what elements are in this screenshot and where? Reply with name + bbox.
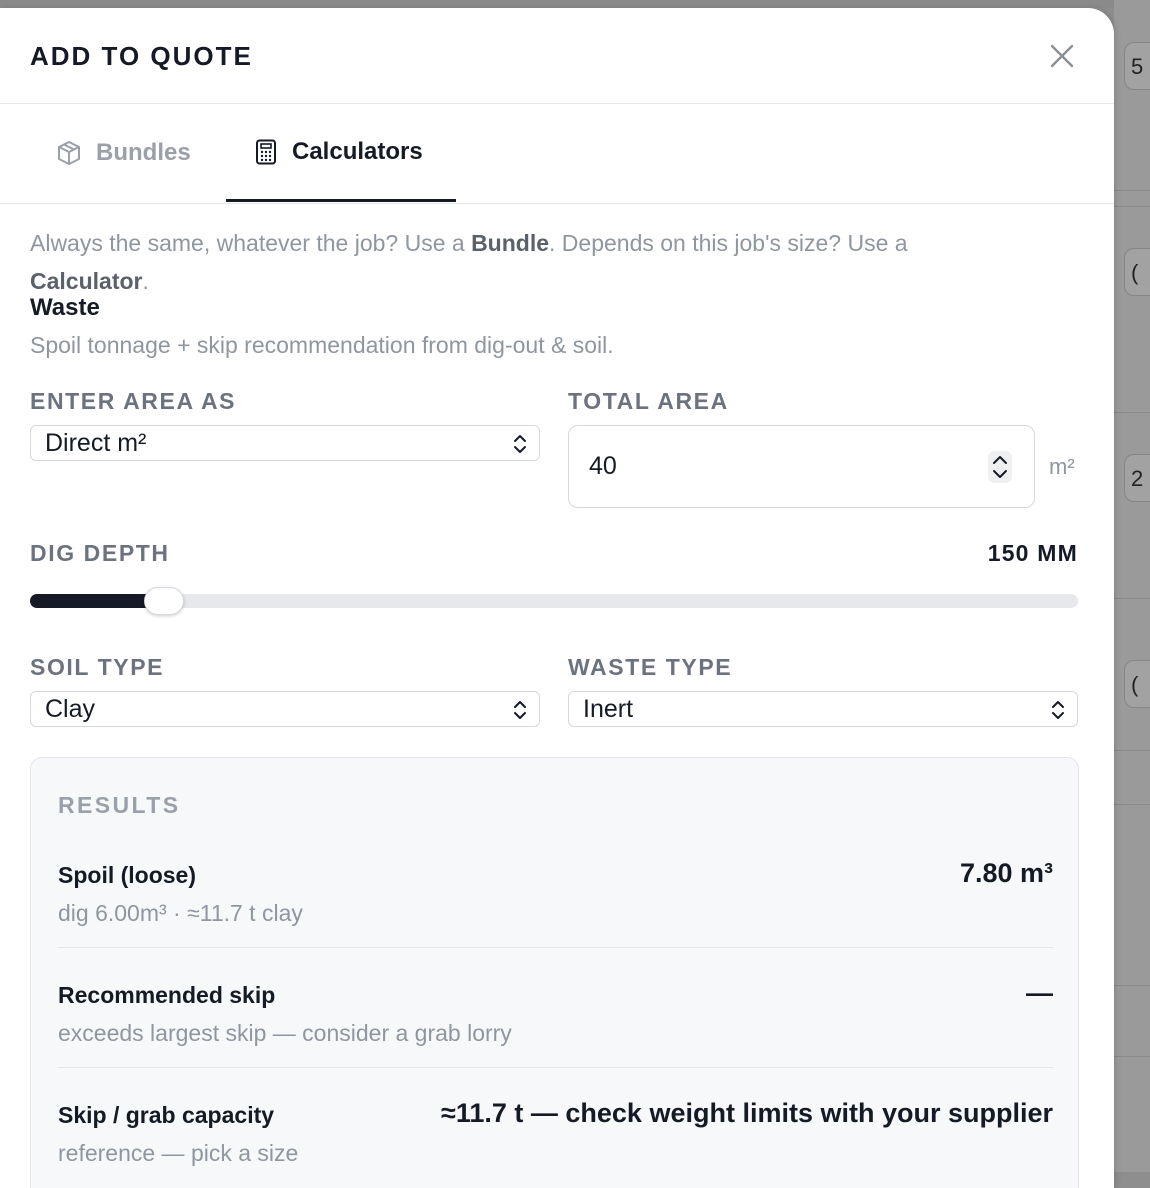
background-divider <box>1114 190 1150 191</box>
result-divider <box>58 947 1053 948</box>
tab-calculators-label: Calculators <box>292 137 423 165</box>
calculator-icon <box>256 139 276 164</box>
waste-type-label: WASTE TYPE <box>568 654 733 680</box>
result-name: Recommended skip <box>58 982 276 1008</box>
background-divider <box>1114 598 1150 599</box>
area-mode-select[interactable]: Direct m² <box>30 425 540 461</box>
modal-header: ADD TO QUOTE <box>0 8 1114 104</box>
total-area-value: 40 <box>589 452 617 480</box>
waste-type-select[interactable]: Inert <box>568 691 1078 727</box>
result-divider <box>58 1067 1053 1068</box>
results-title: RESULTS <box>58 792 181 818</box>
background-divider <box>1114 804 1150 805</box>
background-top-bar <box>0 0 1150 8</box>
background-divider <box>1114 985 1150 986</box>
result-value: 7.80 m³ <box>959 858 1053 888</box>
chevron-updown-icon <box>514 435 526 453</box>
background-divider <box>1114 750 1150 751</box>
result-note: exceeds largest skip — consider a grab l… <box>58 1020 512 1046</box>
result-note: dig 6.00m³ · ≈11.7 t clay <box>58 900 303 926</box>
number-stepper-icon[interactable] <box>987 450 1013 484</box>
intro-calculator-emphasis: Calculator <box>30 268 143 294</box>
result-value: — <box>1026 978 1053 1008</box>
add-to-quote-modal: ADD TO QUOTE Bundles Calculators Always … <box>0 8 1114 1188</box>
tab-calculators[interactable]: Calculators <box>226 104 456 202</box>
result-name: Skip / grab capacity <box>58 1102 275 1128</box>
intro-part: Always the same, whatever the job? Use a <box>30 230 472 256</box>
soil-type-label: SOIL TYPE <box>30 654 165 680</box>
background-chip: ( <box>1124 248 1150 296</box>
background-chip: ( <box>1124 660 1150 708</box>
modal-title: ADD TO QUOTE <box>30 41 253 71</box>
calculator-title: Waste <box>30 294 100 321</box>
dig-depth-slider[interactable] <box>30 587 1078 615</box>
background-divider <box>1114 206 1150 207</box>
calculator-subtitle: Spoil tonnage + skip recommendation from… <box>30 332 614 358</box>
area-mode-label: ENTER AREA AS <box>30 388 237 414</box>
background-page: 5 ( 2 ( <box>1114 0 1150 1172</box>
dig-depth-value: 150 MM <box>987 540 1078 566</box>
result-note: reference — pick a size <box>58 1140 299 1166</box>
chevron-updown-icon <box>1052 701 1064 719</box>
result-name: Spoil (loose) <box>58 862 196 888</box>
background-chip: 5 <box>1124 42 1150 90</box>
background-divider <box>1114 412 1150 413</box>
dig-depth-slider-thumb[interactable] <box>144 587 184 615</box>
total-area-unit: m² <box>1049 454 1075 479</box>
intro-part: . <box>142 268 149 294</box>
waste-type-value: Inert <box>583 695 634 723</box>
tab-bundles-label: Bundles <box>96 139 191 166</box>
total-area-label: TOTAL AREA <box>568 388 729 414</box>
box-icon <box>58 141 80 165</box>
tab-bundles[interactable]: Bundles <box>56 104 191 202</box>
intro-bundle-emphasis: Bundle <box>471 230 550 256</box>
background-divider <box>1114 1056 1150 1057</box>
tab-bar: Bundles Calculators <box>0 104 1114 204</box>
area-mode-value: Direct m² <box>45 429 147 457</box>
results-panel: RESULTS Spoil (loose) 7.80 m³ dig 6.00m³… <box>30 757 1079 1188</box>
close-button[interactable] <box>1046 40 1078 72</box>
result-value: ≈11.7 t — check weight limits with your … <box>441 1098 1053 1128</box>
intro-part: . Depends on this job's size? Use a <box>549 230 908 256</box>
soil-type-select[interactable]: Clay <box>30 691 540 727</box>
dig-depth-label: DIG DEPTH <box>30 540 170 566</box>
total-area-input[interactable]: 40 <box>568 425 1035 508</box>
background-chip: 2 <box>1124 454 1150 502</box>
intro-text: Always the same, whatever the job? Use a… <box>30 224 1030 300</box>
close-icon <box>1050 44 1074 68</box>
soil-type-value: Clay <box>45 695 96 723</box>
chevron-updown-icon <box>514 701 526 719</box>
